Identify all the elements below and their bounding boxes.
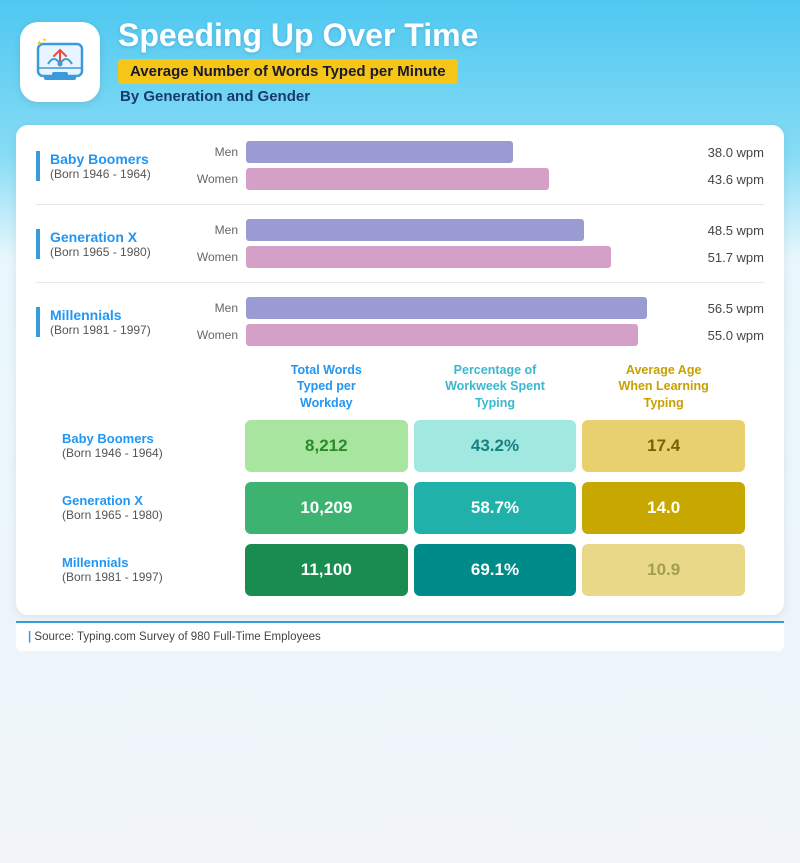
gen-name: Baby Boomers: [50, 151, 196, 167]
men-bar-fill: [246, 141, 513, 163]
women-bar-fill: [246, 324, 638, 346]
header: ✦ ✦ Speeding Up Over Time Average Number…: [0, 0, 800, 119]
men-wpm: 38.0 wpm: [699, 145, 764, 160]
men-bar-fill: [246, 219, 584, 241]
gen-name: Generation X: [50, 229, 196, 245]
women-bar-row: Women 55.0 wpm: [196, 324, 764, 346]
stats-gen-name: Generation X: [62, 493, 232, 508]
men-label: Men: [196, 223, 238, 237]
men-bar-track: [246, 141, 691, 163]
stats-gen-name: Millennials: [62, 555, 232, 570]
women-wpm: 55.0 wpm: [699, 328, 764, 343]
generation-row: Baby Boomers (Born 1946 - 1964) Men 38.0…: [36, 141, 764, 205]
men-bar-fill: [246, 297, 647, 319]
women-label: Women: [196, 172, 238, 186]
stats-pct-cell: 69.1%: [414, 544, 577, 596]
women-bar-row: Women 51.7 wpm: [196, 246, 764, 268]
app-icon: ✦ ✦: [20, 22, 100, 102]
stats-header-words: Total WordsTyped perWorkday: [242, 356, 411, 417]
gen-years: (Born 1981 - 1997): [50, 323, 196, 337]
men-bar-row: Men 48.5 wpm: [196, 219, 764, 241]
stats-age-cell: 10.9: [582, 544, 745, 596]
men-label: Men: [196, 145, 238, 159]
gen-years: (Born 1946 - 1964): [50, 167, 196, 181]
men-label: Men: [196, 301, 238, 315]
stats-pct-cell: 58.7%: [414, 482, 577, 534]
women-bar-track: [246, 324, 691, 346]
women-bar-track: [246, 168, 691, 190]
main-title: Speeding Up Over Time: [118, 18, 780, 53]
stats-gen-cell: Baby Boomers (Born 1946 - 1964): [52, 417, 242, 475]
source-bar: Source: Typing.com Survey of 980 Full-Ti…: [16, 621, 784, 651]
stats-header-row: Total WordsTyped perWorkday Percentage o…: [36, 356, 764, 417]
stats-data-row: Generation X (Born 1965 - 1980) 10,209 5…: [36, 479, 764, 537]
stats-words-cell: 10,209: [245, 482, 408, 534]
men-wpm: 56.5 wpm: [699, 301, 764, 316]
header-text: Speeding Up Over Time Average Number of …: [118, 18, 780, 105]
stats-data-row: Baby Boomers (Born 1946 - 1964) 8,212 43…: [36, 417, 764, 475]
stats-words-cell: 8,212: [245, 420, 408, 472]
gen-label: Millennials (Born 1981 - 1997): [36, 307, 196, 337]
sub-subtitle: By Generation and Gender: [118, 88, 780, 105]
women-bar-fill: [246, 246, 611, 268]
bars-container: Men 48.5 wpm Women 51.7 wpm: [196, 219, 764, 268]
stats-data-row: Millennials (Born 1981 - 1997) 11,100 69…: [36, 541, 764, 599]
stats-gen-years: (Born 1965 - 1980): [62, 508, 232, 522]
women-bar-track: [246, 246, 691, 268]
men-wpm: 48.5 wpm: [699, 223, 764, 238]
main-card: Baby Boomers (Born 1946 - 1964) Men 38.0…: [16, 125, 784, 615]
generation-row: Millennials (Born 1981 - 1997) Men 56.5 …: [36, 297, 764, 346]
women-label: Women: [196, 328, 238, 342]
stats-header-pct: Percentage ofWorkweek SpentTyping: [411, 356, 580, 417]
stats-gen-cell: Generation X (Born 1965 - 1980): [52, 479, 242, 537]
stats-age-cell: 14.0: [582, 482, 745, 534]
gen-label: Baby Boomers (Born 1946 - 1964): [36, 151, 196, 181]
stats-header-age: Average AgeWhen LearningTyping: [579, 356, 748, 417]
generation-row: Generation X (Born 1965 - 1980) Men 48.5…: [36, 219, 764, 283]
stats-pct-cell: 43.2%: [414, 420, 577, 472]
stats-age-cell: 17.4: [582, 420, 745, 472]
women-label: Women: [196, 250, 238, 264]
stats-gen-years: (Born 1946 - 1964): [62, 446, 232, 460]
men-bar-track: [246, 219, 691, 241]
women-bar-fill: [246, 168, 549, 190]
men-bar-track: [246, 297, 691, 319]
gen-years: (Born 1965 - 1980): [50, 245, 196, 259]
men-bar-row: Men 56.5 wpm: [196, 297, 764, 319]
stats-gen-years: (Born 1981 - 1997): [62, 570, 232, 584]
stats-gen-name: Baby Boomers: [62, 431, 232, 446]
bars-container: Men 56.5 wpm Women 55.0 wpm: [196, 297, 764, 346]
bars-container: Men 38.0 wpm Women 43.6 wpm: [196, 141, 764, 190]
women-bar-row: Women 43.6 wpm: [196, 168, 764, 190]
stats-words-cell: 11,100: [245, 544, 408, 596]
subtitle-bar: Average Number of Words Typed per Minute: [118, 59, 458, 84]
stats-header-spacer: [52, 356, 242, 417]
svg-text:✦: ✦: [42, 37, 47, 44]
gen-label: Generation X (Born 1965 - 1980): [36, 229, 196, 259]
women-wpm: 51.7 wpm: [699, 250, 764, 265]
stats-gen-cell: Millennials (Born 1981 - 1997): [52, 541, 242, 599]
gen-name: Millennials: [50, 307, 196, 323]
men-bar-row: Men 38.0 wpm: [196, 141, 764, 163]
women-wpm: 43.6 wpm: [699, 172, 764, 187]
stats-section: Total WordsTyped perWorkday Percentage o…: [36, 356, 764, 599]
bar-chart-section: Baby Boomers (Born 1946 - 1964) Men 38.0…: [36, 141, 764, 346]
